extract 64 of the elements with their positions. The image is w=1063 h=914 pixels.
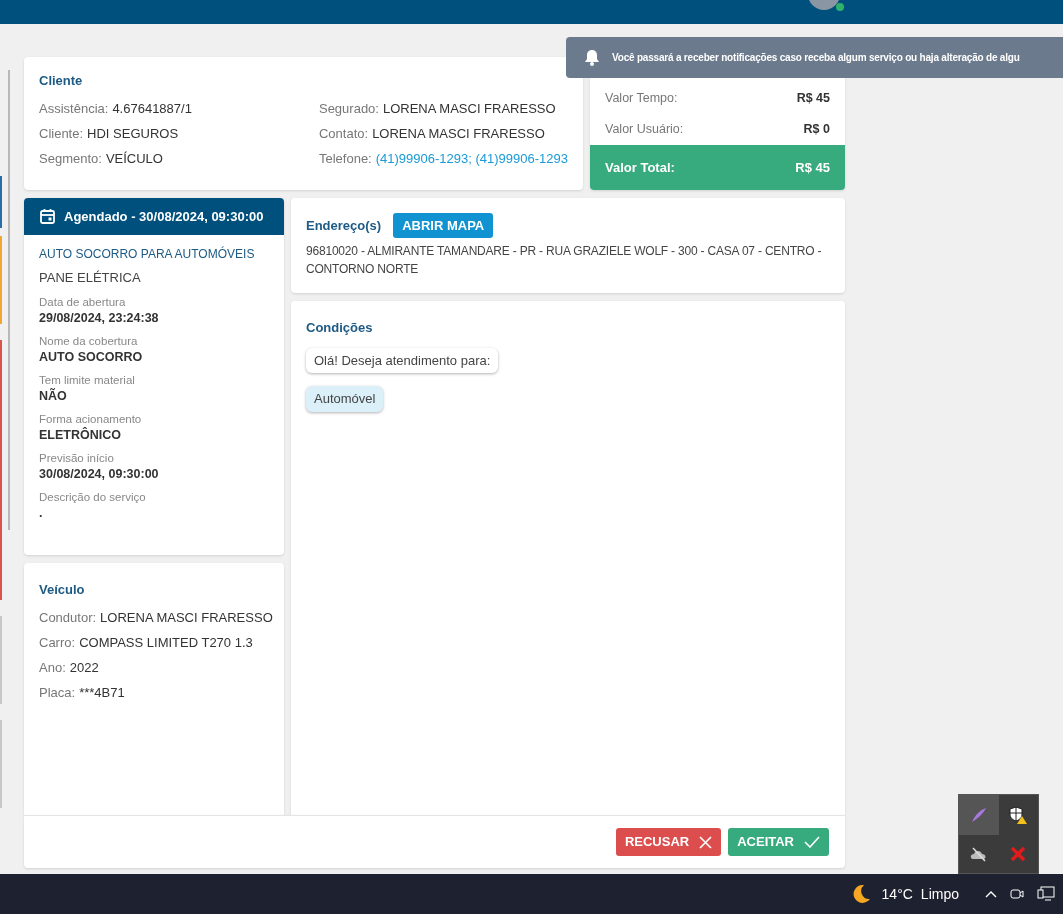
detail-label: Previsão início [39, 450, 115, 466]
option-button[interactable]: Automóvel [306, 386, 384, 412]
section-title: Condições [306, 319, 374, 337]
monitor-icon[interactable] [1037, 886, 1055, 902]
section-title: Endereço(s) [306, 216, 382, 235]
value-amount: R$ 0 [803, 121, 830, 139]
problem-text: PANE ELÉTRICA [39, 269, 142, 287]
detail-label: Descrição do serviço [39, 489, 147, 505]
field-label: Segurado: [318, 100, 379, 119]
detail-label: Data de abertura [39, 294, 127, 310]
camera-icon[interactable] [1009, 886, 1025, 902]
detail-value: . [39, 504, 44, 522]
notification-text: Você passará a receber notificações caso receba algum serviço ou haja alteração de algu [612, 51, 1020, 65]
detail-label: Forma acionamento [39, 411, 143, 427]
value-label: Valor Tempo: [605, 90, 678, 108]
field-label: Segmento: [39, 150, 102, 169]
service-name: AUTO SOCORRO PARA AUTOMÓVEIS [39, 245, 256, 263]
detail-value: ELETRÔNICO [39, 426, 122, 444]
field-value: ***4B71 [79, 684, 125, 703]
close-icon [699, 835, 713, 849]
cloud-off-icon[interactable] [968, 846, 989, 862]
phone-link[interactable]: (41)99906-1293; (41)99906-1293 [375, 149, 568, 169]
section-title: Cliente [39, 72, 84, 90]
field-label: Contato: [318, 125, 369, 144]
field-value: LORENA MASCI FRARESSO [372, 125, 545, 144]
temperature-text[interactable]: 14°C [881, 883, 913, 905]
reject-button[interactable]: RECUSAR [615, 828, 722, 856]
field-label: Condutor: [39, 609, 97, 628]
weather-text[interactable]: Limpo [920, 883, 959, 905]
check-icon [804, 836, 820, 848]
field-value: 2022 [69, 659, 99, 678]
field-value: COMPASS LIMITED T270 1.3 [79, 634, 253, 653]
detail-value: NÃO [39, 387, 68, 405]
field-value: 4.67641887/1 [112, 100, 192, 119]
section-title: Veículo [39, 581, 86, 599]
detail-value: 29/08/2024, 23:24:38 [39, 309, 160, 327]
bell-icon [584, 49, 600, 66]
calendar-icon [39, 208, 56, 225]
card-edge [0, 176, 2, 228]
field-value: VEÍCULO [105, 150, 163, 169]
field-label: Telefone: [318, 150, 372, 169]
schedule-title: Agendado - 30/08/2024, 09:30:00 [64, 207, 264, 226]
field-value: HDI SEGUROS [87, 125, 179, 144]
accept-button[interactable]: ACEITAR [728, 828, 829, 856]
detail-label: Nome da cobertura [39, 333, 139, 349]
shield-warning-icon[interactable] [1008, 805, 1029, 825]
field-label: Carro: [39, 634, 76, 653]
field-label: Ano: [39, 659, 66, 678]
field-label: Cliente: [39, 125, 84, 144]
field-label: Placa: [39, 684, 76, 703]
field-value: LORENA MASCI FRARESSO [382, 100, 556, 119]
field-value: LORENA MASCI FRARESSO [100, 609, 273, 628]
total-amount: R$ 45 [795, 158, 830, 177]
question-bubble: Olá! Deseja atendimento para: [306, 347, 499, 373]
address-text: 96810020 - ALMIRANTE TAMANDARE - PR - RUA GRAZIELE WOLF - 300 - CASA 07 - CENTRO - CONTORNO NORTE [306, 243, 823, 278]
value-label: Valor Usuário: [605, 121, 684, 139]
detail-value: 30/08/2024, 09:30:00 [39, 465, 160, 483]
detail-label: Tem limite material [39, 372, 136, 388]
total-label: Valor Total: [605, 158, 675, 177]
field-label: Assistência: [39, 100, 109, 119]
chevron-up-icon[interactable] [985, 890, 997, 898]
open-map-button[interactable]: ABRIR MAPA [393, 213, 494, 238]
detail-value: AUTO SOCORRO [39, 348, 144, 366]
value-amount: R$ 45 [796, 90, 830, 108]
